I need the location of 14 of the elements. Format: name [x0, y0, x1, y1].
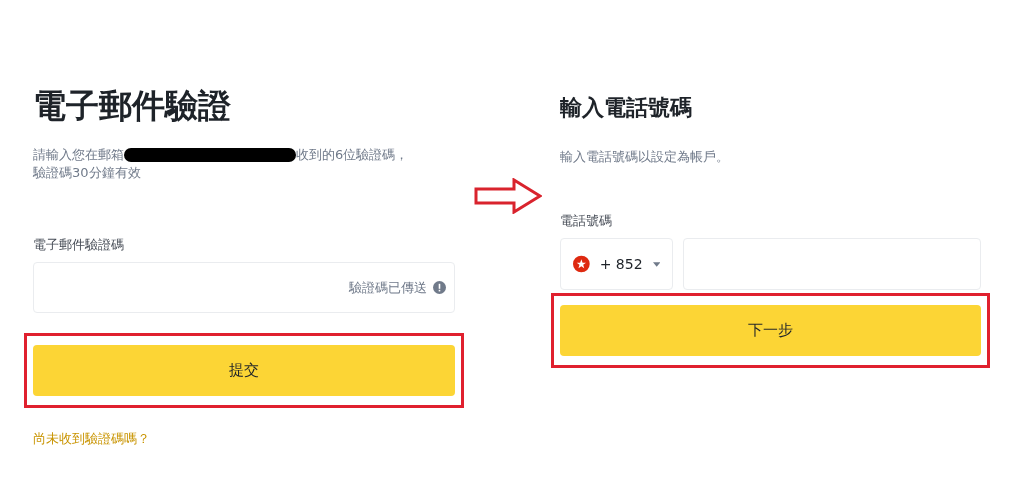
country-code-select[interactable]: + 852 [560, 238, 673, 290]
description-text: 輸入電話號碼以設定為帳戶。 [560, 148, 730, 166]
page-title: 輸入電話號碼 [560, 94, 693, 122]
next-button[interactable]: 下一步 [560, 305, 981, 356]
page-title: 電子郵件驗證 [33, 86, 232, 126]
instruction-text: 收到的6位驗證碼， [296, 146, 409, 164]
country-code: + 852 [599, 256, 643, 272]
submit-button[interactable]: 提交 [33, 345, 455, 396]
field-label: 電子郵件驗證碼 [33, 236, 125, 254]
instruction-text: 驗證碼30分鐘有效 [33, 164, 142, 182]
field-label: 電話號碼 [560, 212, 613, 230]
instruction-text: 請輸入您在郵箱 [33, 146, 124, 164]
code-input-field[interactable]: 驗證碼已傳送 [33, 262, 455, 313]
status-text: 驗證碼已傳送 [349, 278, 427, 297]
